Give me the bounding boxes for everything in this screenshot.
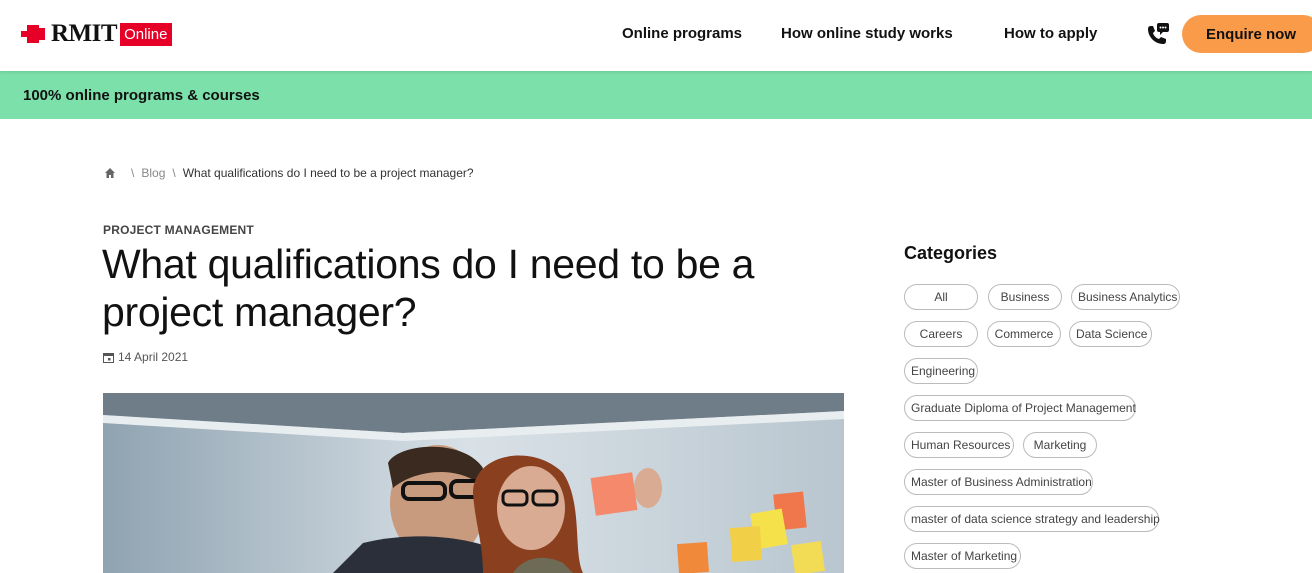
home-icon[interactable] bbox=[104, 167, 116, 179]
article-date: 14 April 2021 bbox=[103, 350, 188, 364]
category-tag-commerce[interactable]: Commerce bbox=[987, 321, 1061, 347]
phone-chat-icon[interactable] bbox=[1144, 21, 1172, 49]
article-title-line-1: What qualifications do I need to be a bbox=[102, 241, 755, 287]
nav-how-online-study-works[interactable]: How online study works bbox=[781, 25, 953, 42]
breadcrumb-current: What qualifications do I need to be a pr… bbox=[182, 166, 474, 180]
breadcrumb: \ Blog \ What qualifications do I need t… bbox=[104, 166, 474, 180]
category-tag-business[interactable]: Business bbox=[988, 284, 1062, 310]
category-tag-data-science[interactable]: Data Science bbox=[1069, 321, 1152, 347]
category-tag-master-data-science-strategy-leadership[interactable]: master of data science strategy and lead… bbox=[904, 506, 1160, 532]
category-tag-all[interactable]: All bbox=[904, 284, 978, 310]
category-tag-business-analytics[interactable]: Business Analytics bbox=[1071, 284, 1180, 310]
promo-banner: 100% online programs & courses bbox=[0, 71, 1312, 119]
enquire-now-button[interactable]: Enquire now bbox=[1182, 15, 1312, 53]
rmit-online-logo[interactable]: RMIT Online bbox=[21, 20, 173, 47]
categories-title: Categories bbox=[904, 243, 998, 263]
article-topic[interactable]: PROJECT MANAGEMENT bbox=[103, 223, 254, 237]
article-title-line-2: project manager? bbox=[102, 289, 417, 335]
category-tag-careers[interactable]: Careers bbox=[904, 321, 978, 347]
nav-online-programs[interactable]: Online programs bbox=[622, 25, 742, 42]
article-title: What qualifications do I need to be a pr… bbox=[102, 240, 802, 336]
breadcrumb-blog[interactable]: Blog bbox=[141, 166, 165, 180]
category-tag-human-resources[interactable]: Human Resources bbox=[904, 432, 1014, 458]
banner-text: 100% online programs & courses bbox=[23, 87, 260, 104]
rmit-logo-icon bbox=[21, 23, 45, 45]
breadcrumb-separator: \ bbox=[131, 166, 135, 180]
category-tag-master-business-administration[interactable]: Master of Business Administration bbox=[904, 469, 1093, 495]
calendar-icon bbox=[103, 352, 114, 363]
article-hero-image bbox=[103, 393, 844, 573]
category-tag-graduate-diploma-project-management[interactable]: Graduate Diploma of Project Management bbox=[904, 395, 1136, 421]
category-tag-master-of-marketing[interactable]: Master of Marketing bbox=[904, 543, 1021, 569]
logo-online-badge: Online bbox=[120, 22, 173, 46]
category-tag-marketing[interactable]: Marketing bbox=[1023, 432, 1097, 458]
nav-how-to-apply[interactable]: How to apply bbox=[1004, 25, 1097, 42]
site-header: RMIT Online Online programs How online s… bbox=[0, 0, 1312, 71]
article-date-text: 14 April 2021 bbox=[118, 350, 189, 364]
logo-text: RMIT bbox=[51, 20, 118, 47]
breadcrumb-separator: \ bbox=[172, 166, 176, 180]
category-tag-engineering[interactable]: Engineering bbox=[904, 358, 978, 384]
